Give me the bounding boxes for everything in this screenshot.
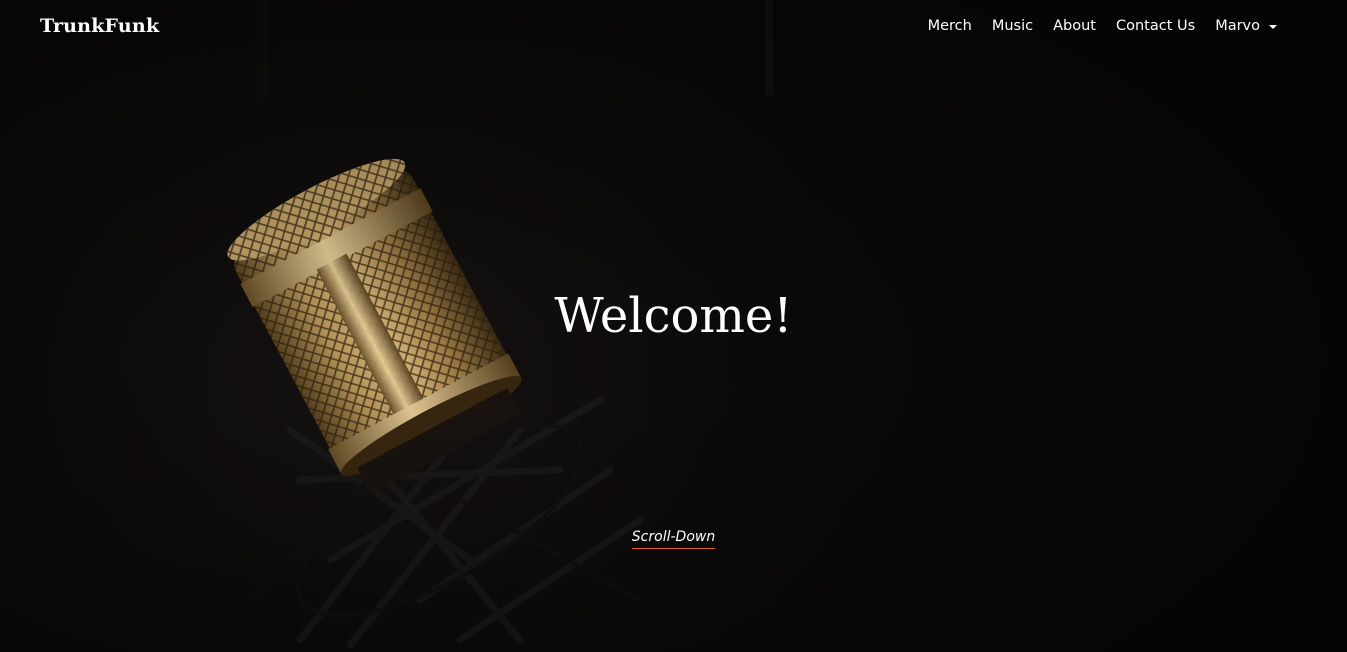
nav-link-contact-us[interactable]: Contact Us (1116, 18, 1195, 34)
brand-logo[interactable]: TrunkFunk (40, 15, 159, 37)
caret-down-icon[interactable] (1269, 24, 1277, 29)
top-navbar: TrunkFunk Merch Music About Contact Us M… (0, 0, 1347, 58)
user-dropdown-toggle[interactable]: Marvo (1215, 18, 1277, 34)
nav-link-music[interactable]: Music (992, 18, 1033, 34)
scroll-down-link[interactable]: Scroll-Down (631, 529, 716, 549)
nav-links: Merch Music About Contact Us Marvo (928, 18, 1277, 34)
hero-title: Welcome! (554, 288, 793, 344)
nav-link-about[interactable]: About (1053, 18, 1096, 34)
scroll-down-container: Scroll-Down (0, 528, 1347, 549)
hero-section: TrunkFunk Merch Music About Contact Us M… (0, 0, 1347, 652)
nav-link-merch[interactable]: Merch (928, 18, 972, 34)
user-dropdown-label[interactable]: Marvo (1215, 18, 1260, 34)
